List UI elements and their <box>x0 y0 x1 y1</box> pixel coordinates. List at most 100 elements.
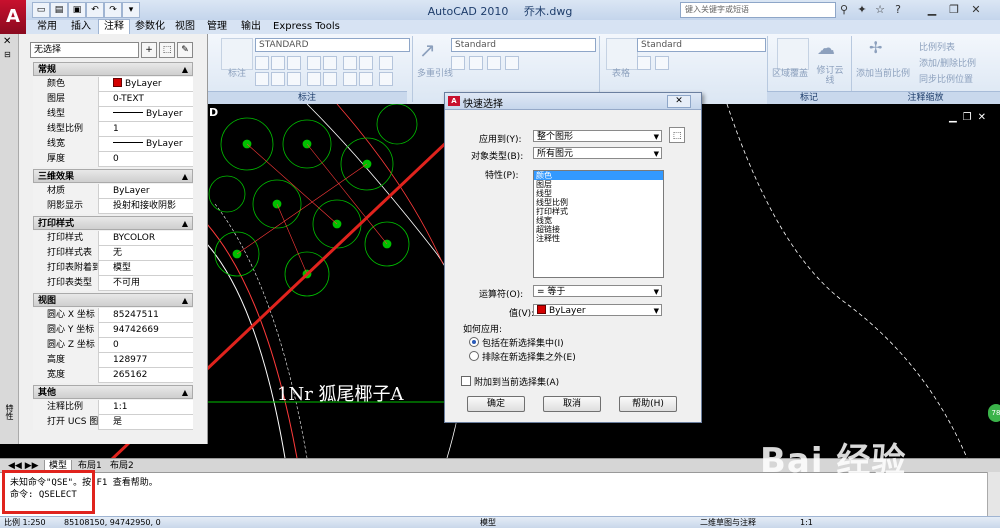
tab-annotate[interactable]: 注释 <box>98 19 130 34</box>
mleader-style-combo[interactable]: Standard <box>451 38 596 52</box>
cancel-button[interactable]: 取消 <box>543 396 601 412</box>
property-row[interactable]: 注释比例 1:1 <box>33 400 193 415</box>
property-row[interactable]: 圆心 Z 坐标 0 <box>33 338 193 353</box>
property-list-item[interactable]: 线型 <box>534 189 663 198</box>
dim-diameter-icon[interactable] <box>323 56 337 70</box>
minimize-icon[interactable]: ▁ <box>924 2 940 18</box>
section-header[interactable]: 视图 ▲ <box>33 293 193 307</box>
scale-list-label[interactable]: 比例列表 <box>919 40 955 53</box>
property-list-item[interactable]: 颜色 <box>534 171 663 180</box>
dim-radius-icon[interactable] <box>307 56 321 70</box>
property-row[interactable]: 线型比例 1 <box>33 122 193 137</box>
favorites-icon[interactable]: ☆ <box>872 2 888 18</box>
mleader-add-icon[interactable] <box>451 56 465 70</box>
dim-continue-icon[interactable] <box>359 56 373 70</box>
tab-home[interactable]: 常用 <box>32 20 62 34</box>
append-checkbox[interactable]: 附加到当前选择集(A) <box>461 375 559 388</box>
dim-style-combo[interactable]: STANDARD <box>255 38 410 52</box>
property-row[interactable]: 图层 0-TEXT <box>33 92 193 107</box>
select-objects-icon[interactable]: ⬚ <box>159 42 175 58</box>
property-row[interactable]: 线型 ByLayer <box>33 107 193 122</box>
property-row[interactable]: 阴影显示 投射和接收阴影 <box>33 199 193 214</box>
property-row[interactable]: 高度 128977 <box>33 353 193 368</box>
section-header[interactable]: 打印样式 ▲ <box>33 216 193 230</box>
select-objects-button[interactable]: ⬚ <box>669 127 685 143</box>
qat-save-icon[interactable]: ▣ <box>68 2 86 18</box>
communication-icon[interactable]: ✦ <box>854 2 870 18</box>
dim-jog-icon[interactable] <box>343 72 357 86</box>
quick-select-icon[interactable]: ✎ <box>177 42 193 58</box>
table-style-combo[interactable]: Standard <box>637 38 766 52</box>
tab-layout2[interactable]: 布局2 <box>106 460 138 472</box>
property-row[interactable]: 圆心 X 坐标 85247511 <box>33 308 193 323</box>
palette-autohide-icon[interactable]: ⊟ <box>4 50 11 59</box>
qat-new-icon[interactable]: ▭ <box>32 2 50 18</box>
undo-icon[interactable]: ↶ <box>86 2 104 18</box>
dim-tolerance-icon[interactable] <box>287 72 301 86</box>
dim-space-icon[interactable] <box>255 72 269 86</box>
operator-select[interactable]: = 等于 ▼ <box>533 285 662 297</box>
tab-parametric[interactable]: 参数化 <box>130 20 170 34</box>
object-type-select[interactable]: 所有图元 ▼ <box>533 147 662 159</box>
multileader-icon[interactable]: ↗ <box>419 38 449 68</box>
include-radio[interactable]: 包括在新选择集中(I) <box>469 336 564 349</box>
add-delete-scale-label[interactable]: 添加/删除比例 <box>919 56 976 69</box>
plot-icon[interactable]: ▾ <box>122 2 140 18</box>
status-annotation-scale[interactable]: 1:1 <box>800 517 813 528</box>
section-header[interactable]: 其他 ▲ <box>33 385 193 399</box>
command-scrollbar[interactable] <box>987 472 1000 516</box>
section-header[interactable]: 常规 ▲ <box>33 62 193 76</box>
restore-icon[interactable]: ❐ <box>946 2 962 18</box>
value-select[interactable]: ByLayer ▼ <box>533 304 662 316</box>
mleader-align-icon[interactable] <box>487 56 501 70</box>
dialog-titlebar[interactable]: A 快速选择 ✕ <box>445 93 701 110</box>
property-list-item[interactable]: 线型比例 <box>534 198 663 207</box>
search-input[interactable]: 键入关键字或短语 <box>680 2 836 18</box>
property-row[interactable]: 宽度 265162 <box>33 368 193 383</box>
close-icon[interactable]: ✕ <box>968 2 984 18</box>
dim-baseline-icon[interactable] <box>379 56 393 70</box>
property-row[interactable]: 打印样式 BYCOLOR <box>33 231 193 246</box>
dim-reassoc-icon[interactable] <box>379 72 393 86</box>
table-extract-icon[interactable] <box>655 56 669 70</box>
search-icon[interactable]: ⚲ <box>836 2 852 18</box>
add-scale-icon[interactable]: ✢ <box>869 38 899 68</box>
property-list-item[interactable]: 超链接 <box>534 225 663 234</box>
revcloud-icon[interactable]: ☁ <box>817 38 847 68</box>
property-row[interactable]: 线宽 ByLayer <box>33 137 193 152</box>
dim-center-icon[interactable] <box>307 72 321 86</box>
tab-insert[interactable]: 插入 <box>66 20 96 34</box>
property-row[interactable]: 颜色 ByLayer <box>33 77 193 92</box>
property-list-item[interactable]: 图层 <box>534 180 663 189</box>
section-header[interactable]: 三维效果 ▲ <box>33 169 193 183</box>
dim-break-icon[interactable] <box>271 72 285 86</box>
property-list-item[interactable]: 注释性 <box>534 234 663 243</box>
property-list-item[interactable]: 打印样式 <box>534 207 663 216</box>
property-row[interactable]: 打开 UCS 图标 是 <box>33 415 193 430</box>
dialog-close-button[interactable]: ✕ <box>667 95 691 108</box>
dim-angle-icon[interactable] <box>343 56 357 70</box>
tab-view[interactable]: 视图 <box>170 20 200 34</box>
help-button[interactable]: 帮助(H) <box>619 396 677 412</box>
property-row[interactable]: 打印表附着到 模型 <box>33 261 193 276</box>
dim-inspect-icon[interactable] <box>323 72 337 86</box>
help-icon[interactable]: ? <box>890 2 906 18</box>
autocad-logo-icon[interactable]: A <box>0 0 26 34</box>
palette-close-icon[interactable]: ✕ <box>3 36 11 47</box>
status-model[interactable]: 模型 <box>480 517 496 528</box>
tab-output[interactable]: 输出 <box>236 20 266 34</box>
exclude-radio[interactable]: 排除在新选择集之外(E) <box>469 350 576 363</box>
toggle-pickadd-icon[interactable]: + <box>141 42 157 58</box>
property-row[interactable]: 打印样式表 无 <box>33 246 193 261</box>
dim-update-icon[interactable] <box>359 72 373 86</box>
tab-express-tools[interactable]: Express Tools <box>268 20 345 34</box>
property-list-item[interactable]: 线宽 <box>534 216 663 225</box>
apply-to-select[interactable]: 整个图形 ▼ <box>533 130 662 142</box>
table-link-icon[interactable] <box>637 56 651 70</box>
redo-icon[interactable]: ↷ <box>104 2 122 18</box>
qat-open-icon[interactable]: ▤ <box>50 2 68 18</box>
property-row[interactable]: 材质 ByLayer <box>33 184 193 199</box>
drawing-window-controls[interactable]: ▁❐✕ <box>949 112 992 123</box>
property-row[interactable]: 打印表类型 不可用 <box>33 276 193 291</box>
sync-scale-label[interactable]: 同步比例位置 <box>919 72 973 85</box>
